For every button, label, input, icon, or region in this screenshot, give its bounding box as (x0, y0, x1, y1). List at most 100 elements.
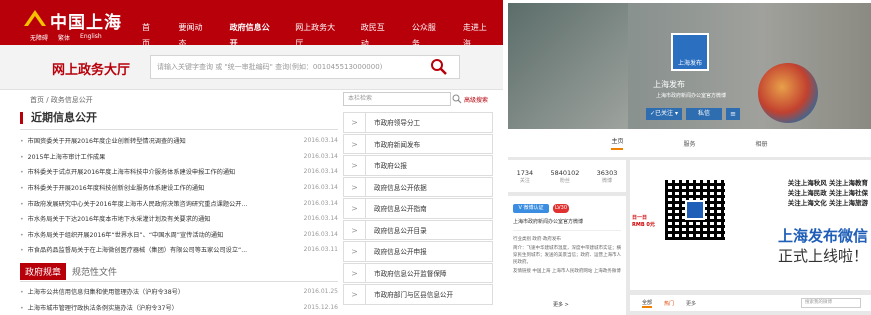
rule-date: 2015.12.16 (303, 303, 338, 311)
list-item[interactable]: 上海市公共信用信息归集和使用管理办法（沪府令38号） 2016.01.25 (20, 284, 338, 300)
rule-title[interactable]: 上海市城市管理行政执法条例实施办法（沪府令37号） (20, 303, 178, 312)
feed-filter-bar: 全部 热门 更多 搜索我的微博 (630, 295, 871, 311)
side-menu-label: 市政府新闻发布 (374, 140, 421, 149)
message-button[interactable]: 私信 (686, 108, 722, 120)
news-title[interactable]: 市科委关于开展2016年度科技创新创业服务体系建设工作的通知 (20, 183, 205, 192)
stat-followers[interactable]: 5840102 粉丝 (550, 169, 579, 184)
list-item[interactable]: 2015年上海市审计工作成果 2016.03.14 (20, 149, 338, 165)
side-menu-item[interactable]: > 政府信息公开目录 (343, 219, 493, 240)
verified-badge[interactable]: V 微博认证 (513, 204, 549, 213)
list-item[interactable]: 上海市城市管理行政执法条例实施办法（沪府令37号） 2015.12.16 (20, 300, 338, 315)
news-title[interactable]: 市食品药品监督局关于在上海微创医疗器械（集团）有限公司等五家公司设立“... (20, 245, 247, 254)
tabs-divider (20, 281, 338, 282)
feed-search-input[interactable]: 搜索我的微博 (801, 298, 861, 308)
hall-title[interactable]: 网上政务大厅 (52, 59, 130, 78)
side-search-input[interactable]: 本栏检索 (343, 92, 451, 106)
list-item[interactable]: 市科委关于开展2016年度科技创新创业服务体系建设工作的通知 2016.03.14 (20, 180, 338, 196)
side-menu-item[interactable]: > 政府信息公开指南 (343, 198, 493, 219)
profile-tabs: 主页 服务 相册 (508, 129, 871, 157)
nav-info-disclosure[interactable]: 政府信息公开 (219, 20, 285, 48)
info-intro: 简介：飞速中华建城市温度，深度中带建城市实证；横穿民生到城市；发送的美景当信；政… (513, 246, 621, 265)
news-date: 2016.03.11 (303, 246, 338, 254)
side-menu-item[interactable]: > 市政府部门与区县信息公开 (343, 284, 493, 305)
rule-title[interactable]: 上海市公共信用信息归集和使用管理办法（沪府令38号） (20, 287, 184, 296)
more-menu-button[interactable]: ≡ (726, 108, 740, 120)
list-item[interactable]: 市食品药品监督局关于在上海微创医疗器械（集团）有限公司等五家公司设立“... 20… (20, 242, 338, 258)
side-menu-label: 市政府部门与区县信息公开 (374, 291, 454, 300)
traditional-link[interactable]: 繁体 (58, 33, 70, 42)
accessibility-link[interactable]: 无障碍 (30, 33, 48, 42)
news-title[interactable]: 2015年上海市审计工作成果 (20, 152, 106, 161)
follow-button[interactable]: ✓已关注 ▾ (646, 108, 682, 120)
level-badge[interactable]: LV30 (553, 204, 569, 213)
list-item[interactable]: 市水务局关于组织开展2016年“世界水日”、“中国水周”宣传活动的通知 2016.… (20, 227, 338, 243)
tab-home[interactable]: 主页 (611, 136, 624, 150)
side-menu-label: 市政府领导分工 (374, 119, 421, 128)
nav-home[interactable]: 首页 (131, 20, 168, 48)
nav-services[interactable]: 公众服务 (401, 20, 452, 48)
weibo-profile-panel: 上海发布 上海发布 上海市政府新闻办公室官方微博 ✓已关注 ▾ 私信 ≡ 主页 … (508, 3, 871, 315)
news-title[interactable]: 市科委关于试点开展2016年度上海市科技中介服务体系建设申报工作的通知 (20, 167, 236, 176)
news-date: 2016.03.14 (303, 152, 338, 160)
chevron-right-icon: > (344, 113, 366, 132)
more-link[interactable]: 更多 > (553, 301, 569, 308)
stat-label: 关注 (519, 177, 530, 184)
profile-stats: 1734 关注 5840102 粉丝 36303 微博 (508, 160, 626, 192)
list-item[interactable]: 市科委关于试点开展2016年度上海市科技中介服务体系建设申报工作的通知 2016.… (20, 164, 338, 180)
poster-lines: 关注上海秋风 关注上海教育 关注上海民政 关注上海社保 关注上海文化 关注上海旅… (787, 179, 868, 207)
tab-hot[interactable]: 热门 (664, 300, 674, 307)
side-menu-label: 政府信息公开申报 (374, 248, 427, 257)
gov-portal-panel: 中国上海 无障碍 繁体 English 首页 要闻动态 政府信息公开 网上政务大… (0, 0, 503, 315)
nav-interaction[interactable]: 政民互动 (350, 20, 401, 48)
verification-text: 上海市政府新闻办公室官方微博 (513, 219, 584, 225)
list-item[interactable]: 市政府发展研究中心关于2016年度上海市人民政府决策咨询研究重点课题公开... 2… (20, 195, 338, 211)
side-menu-item[interactable]: > 市政府信息公开监督保障 (343, 262, 493, 283)
news-date: 2016.03.14 (303, 199, 338, 207)
nav-about[interactable]: 走进上海 (452, 20, 503, 48)
chevron-right-icon: > (344, 134, 366, 153)
side-menu-item[interactable]: > 市政府新闻发布 (343, 133, 493, 154)
section-title: 近期信息公开 (20, 112, 97, 124)
news-date: 2016.03.14 (303, 184, 338, 192)
news-title[interactable]: 市政府发展研究中心关于2016年度上海市人民政府决策咨询研究重点课题公开... (20, 199, 248, 208)
avatar[interactable]: 上海发布 (671, 33, 709, 71)
stat-posts[interactable]: 36303 微博 (597, 169, 618, 184)
news-title[interactable]: 市水务局关于组织开展2016年“世界水日”、“中国水周”宣传活动的通知 (20, 230, 224, 239)
side-menu-item[interactable]: > 市政府公报 (343, 155, 493, 176)
info-industry: 行业类别 政府·政府发布 (513, 237, 561, 242)
side-search-icon[interactable] (452, 94, 462, 104)
list-item[interactable]: 市国资委关于开展2016年度企业创新转型情况调查的通知 2016.03.14 (20, 133, 338, 149)
tab-normative-docs[interactable]: 规范性文件 (66, 263, 123, 280)
tab-more[interactable]: 更多 (686, 300, 696, 307)
list-item[interactable]: 市水务局关于下达2016年度本市地下水采灌计划及有关要求的通知 2016.03.1… (20, 211, 338, 227)
news-list: 市国资委关于开展2016年度企业创新转型情况调查的通知 2016.03.14 20… (20, 133, 338, 258)
advanced-search-link[interactable]: 高级搜索 (464, 95, 488, 104)
stat-following[interactable]: 1734 关注 (517, 169, 534, 184)
search-icon[interactable] (430, 58, 448, 76)
info-links[interactable]: 友情链接 中国上海 上海市人民政府网站 上海政务微博 (513, 268, 621, 275)
stat-label: 粉丝 (559, 177, 570, 184)
poster-subheadline: 正式上线啦！ (777, 247, 868, 265)
nav-online-hall[interactable]: 网上政务大厅 (284, 20, 350, 48)
news-title[interactable]: 市水务局关于下达2016年度本市地下水采灌计划及有关要求的通知 (20, 214, 211, 223)
side-menu-item[interactable]: > 政府信息公开依据 (343, 176, 493, 197)
tab-gov-rules[interactable]: 政府规章 (20, 262, 67, 280)
chevron-right-icon: > (344, 177, 366, 196)
nav-news[interactable]: 要闻动态 (168, 20, 219, 48)
english-link[interactable]: English (80, 33, 102, 42)
tab-all[interactable]: 全部 (642, 299, 653, 308)
rule-date: 2016.01.25 (303, 288, 338, 296)
side-menu-item[interactable]: > 市政府领导分工 (343, 112, 493, 133)
breadcrumb: 首页 / 政务信息公开 (30, 96, 93, 104)
top-nav: 首页 要闻动态 政府信息公开 网上政务大厅 政民互动 公众服务 走进上海 (131, 20, 503, 48)
hall-search-input[interactable]: 请输入关键字查询 或 "统一审批编码" 查询(例如：00104551300000… (150, 55, 460, 79)
stat-label: 微博 (601, 177, 612, 184)
news-title[interactable]: 市国资委关于开展2016年度企业创新转型情况调查的通知 (20, 136, 186, 145)
side-menu-label: 市政府信息公开监督保障 (374, 269, 447, 278)
side-menu-item[interactable]: > 政府信息公开申报 (343, 241, 493, 262)
tab-album[interactable]: 相册 (756, 139, 768, 148)
site-logo-text[interactable]: 中国上海 (50, 8, 122, 33)
stat-value: 1734 (516, 168, 534, 177)
tab-services[interactable]: 服务 (683, 139, 695, 148)
chevron-right-icon: > (344, 242, 366, 261)
